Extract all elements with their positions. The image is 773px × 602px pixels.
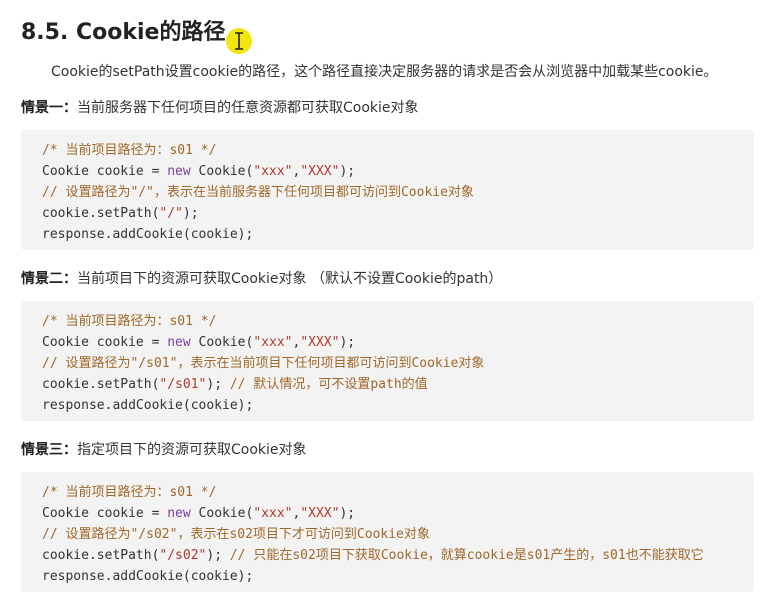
code-line: // 设置路径为"/s01"，表示在当前项目下任何项目都可访问到Cookie对象 — [42, 355, 484, 373]
code-text: response.addCookie(cookie); — [42, 398, 254, 413]
code-keyword: new — [167, 164, 191, 179]
code-comment: // 默认情况，可不设置path的值 — [229, 377, 428, 392]
code-line: /* 当前项目路径为：s01 */ — [42, 142, 216, 160]
code-comment: /* 当前项目路径为：s01 */ — [42, 143, 217, 158]
scenario-text: 当前项目下的资源可获取Cookie对象 （默认不设置Cookie的path） — [77, 271, 503, 287]
code-line: response.addCookie(cookie); — [42, 226, 253, 244]
code-text: Cookie cookie = — [42, 164, 168, 179]
code-string: "xxx" — [253, 164, 293, 179]
code-string: "/s02" — [159, 548, 207, 563]
code-block-3: /* 当前项目路径为：s01 */ Cookie cookie = new Coo… — [21, 472, 754, 592]
code-line: response.addCookie(cookie); — [42, 568, 253, 586]
code-text: Cookie( — [190, 335, 254, 350]
code-text: Cookie( — [190, 164, 254, 179]
code-string: "XXX" — [300, 164, 340, 179]
code-text: ); — [339, 335, 356, 350]
scenario-text: 当前服务器下任何项目的任意资源都可获取Cookie对象 — [77, 100, 419, 116]
text-cursor-icon — [226, 28, 252, 54]
code-text: ); — [339, 506, 356, 521]
page-title: 8.5. Cookie的路径 — [21, 20, 226, 45]
code-text: cookie.setPath( — [42, 548, 160, 563]
scenario-heading-3: 情景三：指定项目下的资源可获取Cookie对象 — [21, 439, 307, 459]
code-text: Cookie cookie = — [42, 506, 168, 521]
scenario-label: 情景三： — [21, 442, 77, 458]
code-line: cookie.setPath("/"); — [42, 205, 199, 223]
scenario-label: 情景二： — [21, 271, 77, 287]
code-line: cookie.setPath("/s01"); // 默认情况，可不设置path… — [42, 376, 428, 394]
code-comment: /* 当前项目路径为：s01 */ — [42, 485, 217, 500]
code-text: ); — [182, 206, 199, 221]
code-keyword: new — [167, 335, 191, 350]
code-text: Cookie( — [190, 506, 254, 521]
code-text: cookie.setPath( — [42, 377, 160, 392]
code-text: ); — [206, 548, 230, 563]
code-string: "XXX" — [300, 335, 340, 350]
code-line: Cookie cookie = new Cookie("xxx","XXX"); — [42, 505, 355, 523]
code-line: Cookie cookie = new Cookie("xxx","XXX"); — [42, 163, 355, 181]
code-line: // 设置路径为"/"，表示在当前服务器下任何项目都可访问到Cookie对象 — [42, 184, 474, 202]
code-comment: // 设置路径为"/"，表示在当前服务器下任何项目都可访问到Cookie对象 — [42, 185, 474, 200]
code-comment: /* 当前项目路径为：s01 */ — [42, 314, 217, 329]
code-string: "/s01" — [159, 377, 207, 392]
code-block-1: /* 当前项目路径为：s01 */ Cookie cookie = new Coo… — [21, 130, 754, 250]
intro-paragraph: Cookie的setPath设置cookie的路径，这个路径直接决定服务器的请求… — [51, 64, 718, 80]
code-text: response.addCookie(cookie); — [42, 227, 254, 242]
code-string: "/" — [159, 206, 183, 221]
code-line: /* 当前项目路径为：s01 */ — [42, 484, 216, 502]
code-string: "xxx" — [253, 506, 293, 521]
code-line: // 设置路径为"/s02"，表示在s02项目下才可访问到Cookie对象 — [42, 526, 430, 544]
code-comment: // 设置路径为"/s01"，表示在当前项目下任何项目都可访问到Cookie对象 — [42, 356, 485, 371]
code-line: cookie.setPath("/s02"); // 只能在s02项目下获取Co… — [42, 547, 704, 565]
code-line: /* 当前项目路径为：s01 */ — [42, 313, 216, 331]
scenario-label: 情景一： — [21, 100, 77, 116]
scenario-heading-2: 情景二：当前项目下的资源可获取Cookie对象 （默认不设置Cookie的pat… — [21, 268, 502, 288]
code-text: response.addCookie(cookie); — [42, 569, 254, 584]
code-block-2: /* 当前项目路径为：s01 */ Cookie cookie = new Coo… — [21, 301, 754, 421]
code-text: ); — [339, 164, 356, 179]
code-text: ); — [206, 377, 230, 392]
code-comment: // 设置路径为"/s02"，表示在s02项目下才可访问到Cookie对象 — [42, 527, 430, 542]
code-text: Cookie cookie = — [42, 335, 168, 350]
code-keyword: new — [167, 506, 191, 521]
scenario-heading-1: 情景一：当前服务器下任何项目的任意资源都可获取Cookie对象 — [21, 97, 419, 117]
code-line: response.addCookie(cookie); — [42, 397, 253, 415]
code-string: "XXX" — [300, 506, 340, 521]
scenario-text: 指定项目下的资源可获取Cookie对象 — [77, 442, 307, 458]
code-comment: // 只能在s02项目下获取Cookie，就算cookie是s01产生的，s01… — [229, 548, 704, 563]
code-line: Cookie cookie = new Cookie("xxx","XXX"); — [42, 334, 355, 352]
code-text: cookie.setPath( — [42, 206, 160, 221]
code-string: "xxx" — [253, 335, 293, 350]
